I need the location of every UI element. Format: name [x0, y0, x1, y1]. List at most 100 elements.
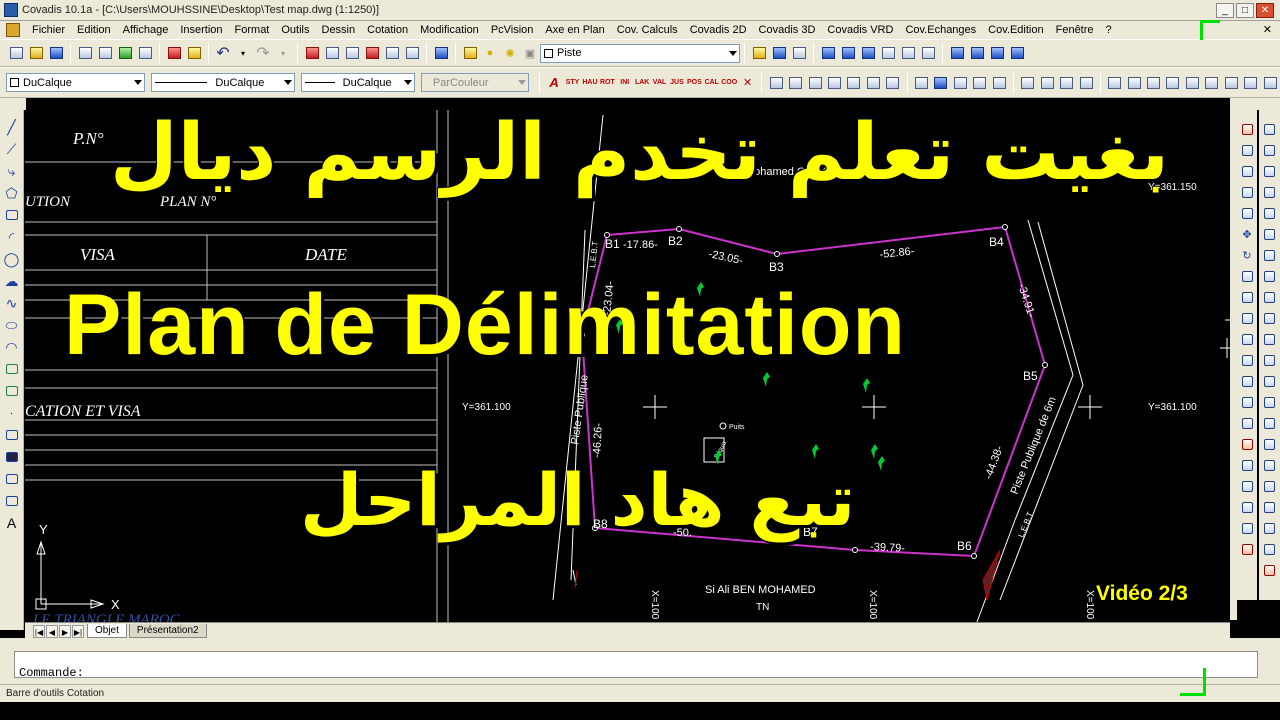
- window-tile-icon[interactable]: [968, 44, 986, 62]
- modify-tool21-icon[interactable]: [1262, 540, 1278, 558]
- covadis-tool9-icon[interactable]: [932, 74, 949, 92]
- covadis-tool8-icon[interactable]: [913, 74, 930, 92]
- make-block-icon[interactable]: [3, 382, 21, 400]
- covadis-tool21-icon[interactable]: [1184, 74, 1201, 92]
- modify-tool18-icon[interactable]: [1262, 477, 1278, 495]
- layer-freeze-icon[interactable]: ✺: [501, 44, 519, 62]
- array-icon[interactable]: [1239, 204, 1255, 222]
- covadis-tool15-icon[interactable]: [1058, 74, 1075, 92]
- rotate-icon[interactable]: ↻: [1239, 246, 1255, 264]
- undo-dropdown-icon[interactable]: ▾: [234, 44, 252, 62]
- erase-icon[interactable]: [1239, 120, 1255, 138]
- menu-pcvision[interactable]: PcVision: [485, 24, 540, 36]
- break-icon[interactable]: [1239, 351, 1255, 369]
- modify-tool13-icon[interactable]: [1262, 372, 1278, 390]
- dim-aligned-icon[interactable]: [839, 44, 857, 62]
- properties-icon[interactable]: [323, 44, 341, 62]
- lineweight-select[interactable]: DuCalque: [300, 73, 415, 92]
- modify-tool10-icon[interactable]: [1262, 309, 1278, 327]
- covadis-tool6-icon[interactable]: [865, 74, 882, 92]
- covadis-pos-icon[interactable]: POS: [686, 74, 703, 92]
- tab-prev-button[interactable]: ◀: [46, 625, 58, 638]
- document-close-button[interactable]: ✕: [1263, 23, 1272, 36]
- undo-icon[interactable]: ↶: [214, 44, 232, 62]
- covadis-tool1-icon[interactable]: [767, 74, 784, 92]
- help-icon[interactable]: [432, 44, 450, 62]
- line-icon[interactable]: ╱: [3, 118, 21, 136]
- chamfer-icon[interactable]: [1239, 393, 1255, 411]
- layer-iso-icon[interactable]: [790, 44, 808, 62]
- region-icon[interactable]: [3, 470, 21, 488]
- rectangle-icon[interactable]: [3, 206, 21, 224]
- layer-match-icon[interactable]: [770, 44, 788, 62]
- dim-radius-icon[interactable]: [879, 44, 897, 62]
- covadis-explode-icon[interactable]: ✕: [739, 74, 756, 92]
- dim-style-icon[interactable]: [919, 44, 937, 62]
- modify-tool3-icon[interactable]: [1262, 162, 1278, 180]
- construction-line-icon[interactable]: ⟋: [3, 140, 21, 158]
- modify-tool15-icon[interactable]: [1262, 414, 1278, 432]
- covadis-text-icon[interactable]: A: [545, 74, 562, 92]
- print-icon[interactable]: [76, 44, 94, 62]
- polyline-icon[interactable]: ⤷: [3, 162, 21, 180]
- plotstyle-select[interactable]: ParCouleur: [420, 73, 530, 92]
- dim-tool2-icon[interactable]: [1239, 477, 1255, 495]
- ellipse-arc-icon[interactable]: ◠: [3, 338, 21, 356]
- tab-objet[interactable]: Objet: [87, 624, 127, 638]
- modify-tool1-icon[interactable]: [1262, 120, 1278, 138]
- layer-select[interactable]: Piste: [540, 43, 740, 63]
- point-icon[interactable]: ·: [3, 404, 21, 422]
- fillet-icon[interactable]: [1239, 414, 1255, 432]
- calculator-icon[interactable]: [403, 44, 421, 62]
- menu-cov-echanges[interactable]: Cov.Echanges: [899, 24, 982, 36]
- menu-outils[interactable]: Outils: [275, 24, 315, 36]
- covadis-tool25-icon[interactable]: [1262, 74, 1279, 92]
- covadis-lak-icon[interactable]: LAK: [633, 74, 650, 92]
- close-button[interactable]: ✕: [1256, 3, 1274, 18]
- linetype-select[interactable]: DuCalque: [151, 73, 295, 92]
- modify-tool8-icon[interactable]: [1262, 267, 1278, 285]
- covadis-tool19-icon[interactable]: [1145, 74, 1162, 92]
- circle-icon[interactable]: ◯: [3, 250, 21, 268]
- modify-tool19-icon[interactable]: [1262, 498, 1278, 516]
- menu-affichage[interactable]: Affichage: [117, 24, 175, 36]
- modify-tool11-icon[interactable]: [1262, 330, 1278, 348]
- modify-tool2-icon[interactable]: [1262, 141, 1278, 159]
- covadis-tool4-icon[interactable]: [826, 74, 843, 92]
- menu-edition[interactable]: Edition: [71, 24, 117, 36]
- menu-covadis-3d[interactable]: Covadis 3D: [753, 24, 822, 36]
- tab-last-button[interactable]: ▶|: [72, 625, 84, 638]
- covadis-tool12-icon[interactable]: [991, 74, 1008, 92]
- menu-axe-en-plan[interactable]: Axe en Plan: [539, 24, 610, 36]
- layer-lock-icon[interactable]: ▣: [521, 44, 539, 62]
- arc-icon[interactable]: ◜: [3, 228, 21, 246]
- color-select[interactable]: DuCalque: [6, 73, 146, 92]
- modify-tool9-icon[interactable]: [1262, 288, 1278, 306]
- modify-tool14-icon[interactable]: [1262, 393, 1278, 411]
- covadis-tool10-icon[interactable]: [952, 74, 969, 92]
- dim-linear-icon[interactable]: [819, 44, 837, 62]
- match-properties-icon[interactable]: [185, 44, 203, 62]
- dim-tool3-icon[interactable]: [1239, 498, 1255, 516]
- command-input[interactable]: Commande:: [14, 651, 1258, 680]
- multiline-text-icon[interactable]: A: [3, 514, 21, 532]
- tool-palettes-icon[interactable]: [343, 44, 361, 62]
- layer-previous-icon[interactable]: [750, 44, 768, 62]
- gradient-icon[interactable]: [3, 448, 21, 466]
- cut-icon[interactable]: [165, 44, 183, 62]
- move-icon[interactable]: ✥: [1239, 225, 1255, 243]
- design-center-icon[interactable]: [303, 44, 321, 62]
- menu-insertion[interactable]: Insertion: [174, 24, 228, 36]
- table-icon[interactable]: [3, 492, 21, 510]
- window-cascade-icon[interactable]: [948, 44, 966, 62]
- covadis-coo-icon[interactable]: COO: [720, 74, 737, 92]
- window-close-all-icon[interactable]: [1008, 44, 1026, 62]
- covadis-tool2-icon[interactable]: [787, 74, 804, 92]
- dim-ordinate-icon[interactable]: [899, 44, 917, 62]
- join-icon[interactable]: [1239, 372, 1255, 390]
- polygon-icon[interactable]: ⬠: [3, 184, 21, 202]
- hatch-icon[interactable]: [3, 426, 21, 444]
- tab-first-button[interactable]: |◀: [33, 625, 45, 638]
- ellipse-icon[interactable]: ⬭: [3, 316, 21, 334]
- menu-format[interactable]: Format: [229, 24, 276, 36]
